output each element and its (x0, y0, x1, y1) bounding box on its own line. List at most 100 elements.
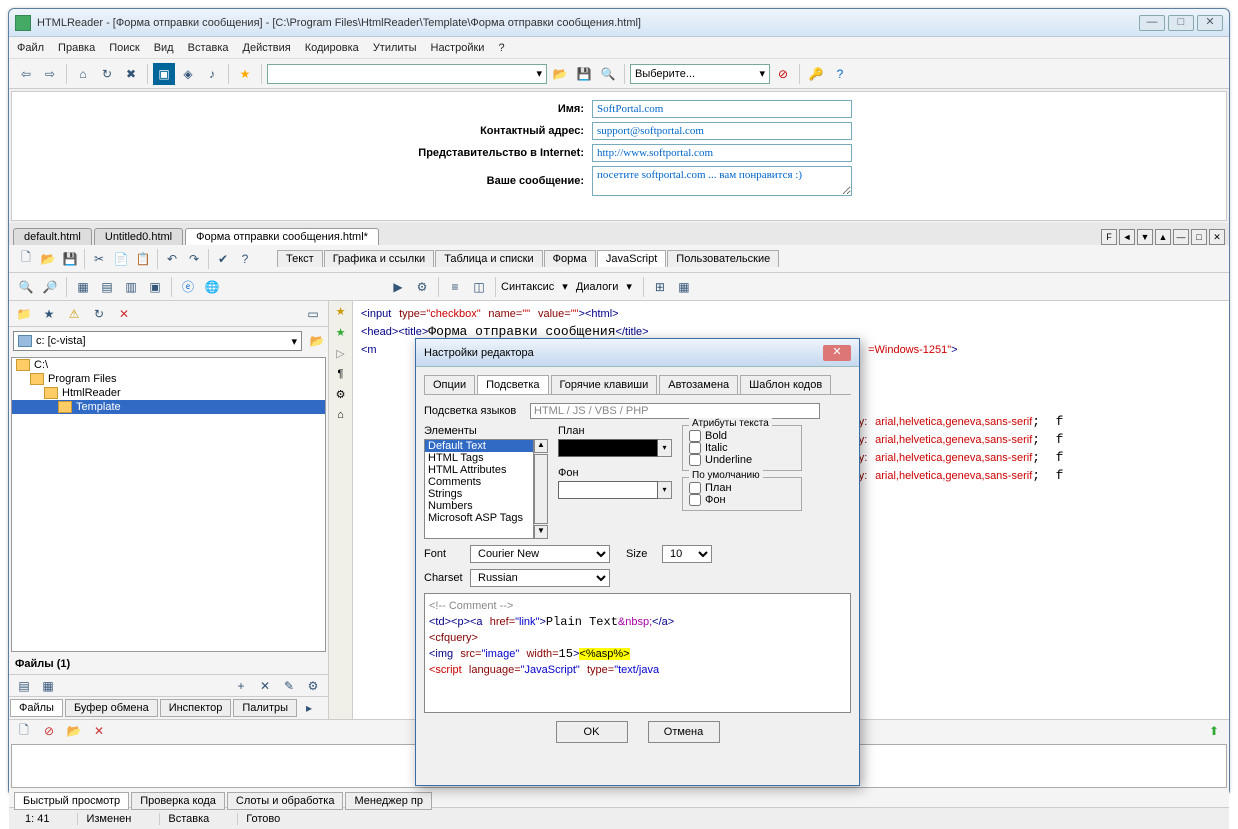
btab-preview[interactable]: Быстрый просмотр (14, 792, 129, 810)
mdi-close[interactable]: ✕ (1209, 229, 1225, 245)
list-scrollbar[interactable] (534, 454, 548, 524)
search-icon[interactable]: 🔍 (597, 63, 619, 85)
layout3-icon[interactable]: ▥ (120, 276, 142, 298)
ltab-palettes[interactable]: Палитры (233, 699, 297, 717)
subtab-custom[interactable]: Пользовательские (667, 250, 779, 267)
zoom2-icon[interactable]: 🔎 (39, 276, 61, 298)
bp-stop-icon[interactable]: ⊘ (38, 720, 60, 742)
message-textarea[interactable] (592, 166, 852, 196)
ltab-more[interactable]: ▸ (298, 697, 320, 719)
fren-icon[interactable]: ✎ (278, 675, 300, 697)
bp-close-icon[interactable]: ✕ (88, 720, 110, 742)
break-icon[interactable]: ★ (336, 326, 346, 339)
link-icon[interactable]: ◈ (177, 63, 199, 85)
subtab-tables[interactable]: Таблица и списки (435, 250, 542, 267)
dtab-templates[interactable]: Шаблон кодов (740, 375, 831, 394)
script-icon[interactable]: ≡ (444, 276, 466, 298)
bp-up-icon[interactable]: ⬆ (1203, 720, 1225, 742)
bookmark-icon[interactable]: ★ (336, 305, 346, 318)
collapse-icon[interactable]: ▭ (302, 303, 324, 325)
tile-icon[interactable]: ▦ (673, 276, 695, 298)
doc-tab-untitled[interactable]: Untitled0.html (94, 228, 183, 245)
list-up-button[interactable]: ▲ (534, 439, 548, 453)
drive-combo[interactable]: c: [c-vista]▾ (13, 331, 302, 351)
doc-tab-default[interactable]: default.html (13, 228, 92, 245)
spellcheck-icon[interactable]: ✔ (212, 248, 234, 270)
tree-root[interactable]: C:\ (12, 358, 325, 372)
tree-pf[interactable]: Program Files (12, 372, 325, 386)
btab-manager[interactable]: Менеджер пр (345, 792, 432, 810)
fdel-icon[interactable]: ✕ (254, 675, 276, 697)
block-icon[interactable]: ⊘ (772, 63, 794, 85)
fon-drop[interactable]: ▾ (658, 481, 672, 499)
run-icon[interactable]: ▶ (387, 276, 409, 298)
back-icon[interactable]: ⇦ (15, 63, 37, 85)
ltab-inspector[interactable]: Инспектор (160, 699, 232, 717)
star-icon[interactable]: ★ (234, 63, 256, 85)
copy-icon[interactable]: 📄 (110, 248, 132, 270)
new-icon[interactable]: 🗋 (15, 248, 37, 270)
marker-icon[interactable]: ▷ (336, 347, 344, 360)
undo-icon[interactable]: ↶ (161, 248, 183, 270)
dtab-options[interactable]: Опции (424, 375, 475, 394)
folder-tree[interactable]: C:\ Program Files HtmlReader Template (11, 357, 326, 652)
menu-actions[interactable]: Действия (243, 42, 291, 54)
fon-color[interactable] (558, 481, 658, 499)
italic-checkbox[interactable] (689, 442, 701, 454)
mdi-max[interactable]: □ (1191, 229, 1207, 245)
underline-checkbox[interactable] (689, 454, 701, 466)
win-icon[interactable]: ⊞ (649, 276, 671, 298)
mdi-f[interactable]: F (1101, 229, 1117, 245)
fnew-icon[interactable]: + (230, 675, 252, 697)
warn-icon[interactable]: ⚠ (63, 303, 85, 325)
name-input[interactable] (592, 100, 852, 118)
menu-settings[interactable]: Настройки (431, 42, 485, 54)
menu-help[interactable]: ? (498, 42, 504, 54)
picture-icon[interactable]: ▣ (153, 63, 175, 85)
del-icon[interactable]: ✕ (113, 303, 135, 325)
size-select[interactable]: 10 (662, 545, 712, 563)
stop-icon[interactable]: ✖ (120, 63, 142, 85)
open2-icon[interactable]: 📂 (37, 248, 59, 270)
el-asp[interactable]: Microsoft ASP Tags (425, 512, 533, 524)
fprops-icon[interactable]: ⚙ (302, 675, 324, 697)
syntax-label[interactable]: Синтаксис (501, 281, 554, 293)
menu-utilities[interactable]: Утилиты (373, 42, 417, 54)
internet-input[interactable] (592, 144, 852, 162)
plan-drop[interactable]: ▾ (658, 439, 672, 457)
help-icon[interactable]: ? (829, 63, 851, 85)
btab-slots[interactable]: Слоты и обработка (227, 792, 344, 810)
open-icon[interactable]: 📂 (549, 63, 571, 85)
tree-template[interactable]: Template (12, 400, 325, 414)
subtab-form[interactable]: Форма (544, 250, 596, 267)
def-fon-checkbox[interactable] (689, 494, 701, 506)
world-icon[interactable]: 🌐 (201, 276, 223, 298)
home-icon[interactable]: ⌂ (72, 63, 94, 85)
mdi-min[interactable]: — (1173, 229, 1189, 245)
maximize-button[interactable]: □ (1168, 15, 1194, 31)
para-icon[interactable]: ¶ (338, 368, 344, 380)
save-icon[interactable]: 💾 (573, 63, 595, 85)
el-tags[interactable]: HTML Tags (425, 452, 533, 464)
el-default[interactable]: Default Text (425, 440, 533, 452)
flist-icon[interactable]: ▤ (13, 675, 35, 697)
bp-folder-icon[interactable]: 📂 (63, 720, 85, 742)
elements-listbox[interactable]: Default Text HTML Tags HTML Attributes C… (424, 439, 534, 539)
module-icon[interactable]: ◫ (468, 276, 490, 298)
save2-icon[interactable]: 💾 (59, 248, 81, 270)
doc-tab-form[interactable]: Форма отправки сообщения.html* (185, 228, 379, 245)
menu-view[interactable]: Вид (154, 42, 174, 54)
subtab-text[interactable]: Текст (277, 250, 323, 267)
zoom-icon[interactable]: 🔍 (15, 276, 37, 298)
close-button[interactable]: ✕ (1197, 15, 1223, 31)
menu-insert[interactable]: Вставка (188, 42, 229, 54)
layout4-icon[interactable]: ▣ (144, 276, 166, 298)
btab-validate[interactable]: Проверка кода (131, 792, 225, 810)
minimize-button[interactable]: — (1139, 15, 1165, 31)
charset-select[interactable]: Russian (470, 569, 610, 587)
list-down-button[interactable]: ▼ (534, 525, 548, 539)
plan-color[interactable] (558, 439, 658, 457)
ficons-icon[interactable]: ▦ (37, 675, 59, 697)
gear-icon[interactable]: ⚙ (336, 388, 346, 401)
mdi-down[interactable]: ▼ (1137, 229, 1153, 245)
